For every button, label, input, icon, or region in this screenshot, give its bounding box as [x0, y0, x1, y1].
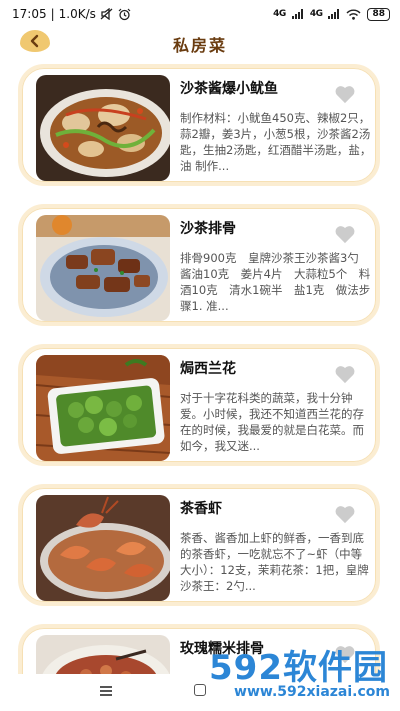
recipe-title: 沙茶酱爆小鱿鱼	[180, 81, 278, 97]
battery-indicator: 88	[367, 7, 390, 21]
recipe-description: 排骨900克 皇牌沙茶王沙茶酱3勺 酱油10克 姜片4片 大蒜粒5个 料酒10克…	[180, 251, 371, 313]
signal-icon	[328, 9, 340, 19]
signal-icon	[291, 9, 303, 19]
recipe-description: 茶香、酱香加上虾的鲜香，一香到底的茶香虾，一吃就忘不了~虾（中等大小）：12支，…	[180, 531, 369, 593]
recipe-image	[36, 215, 170, 321]
recipe-description: 制作材料：小鱿鱼450克、辣椒2只，蒜2瓣，姜3片，小葱5根，沙茶酱2汤匙，生抽…	[180, 111, 372, 173]
signal-1-label: 4G	[273, 9, 286, 19]
recipe-card[interactable]: 沙茶排骨 排骨900克 皇牌沙茶王沙茶酱3勺 酱油10克 姜片4片 大蒜粒5个 …	[18, 204, 380, 326]
recipe-image	[36, 75, 170, 181]
recipe-list[interactable]: 沙茶酱爆小鱿鱼 制作材料：小鱿鱼450克、辣椒2只，蒜2瓣，姜3片，小葱5根，沙…	[0, 64, 400, 674]
watermark-number: 592	[209, 648, 283, 688]
mute-icon	[100, 8, 113, 20]
network-speed: 1.0K/s	[58, 7, 96, 21]
recipe-image	[36, 635, 170, 674]
heart-icon[interactable]	[334, 84, 356, 104]
signal-2-label: 4G	[309, 9, 323, 19]
app-bar: 私房菜	[0, 28, 400, 60]
recipe-title: 沙茶排骨	[180, 221, 236, 237]
recipe-card[interactable]: 焗西兰花 对于十字花科类的蔬菜，我十分钟爱。小时候，我还不知道西兰花的存在的时候…	[18, 344, 380, 466]
heart-icon[interactable]	[334, 364, 356, 384]
recipe-description: 对于十字花科类的蔬菜，我十分钟爱。小时候，我还不知道西兰花的存在的时候，我最爱的…	[180, 391, 364, 453]
site-watermark: 592软件园 www.592xiazai.com	[186, 640, 394, 706]
recipe-image	[36, 355, 170, 461]
recipe-title: 茶香虾	[180, 501, 222, 517]
recipe-image	[36, 495, 170, 601]
heart-icon[interactable]	[334, 224, 356, 244]
recipe-card[interactable]: 茶香虾 茶香、酱香加上虾的鲜香，一香到底的茶香虾，一吃就忘不了~虾（中等大小）：…	[18, 484, 380, 606]
recipe-card[interactable]: 沙茶酱爆小鱿鱼 制作材料：小鱿鱼450克、辣椒2只，蒜2瓣，姜3片，小葱5根，沙…	[18, 64, 380, 186]
watermark-url: www.592xiazai.com	[234, 684, 390, 700]
status-time: 17:05	[12, 7, 47, 21]
page-title: 私房菜	[172, 36, 227, 55]
wifi-icon	[346, 9, 361, 20]
watermark-text: 软件园	[283, 648, 388, 688]
status-bar: 17:05 | 1.0K/s 4G 4G 88	[0, 0, 400, 28]
recent-apps-button[interactable]	[100, 686, 112, 696]
recipe-title: 焗西兰花	[180, 361, 236, 377]
heart-icon[interactable]	[334, 504, 356, 524]
alarm-icon	[118, 8, 131, 20]
